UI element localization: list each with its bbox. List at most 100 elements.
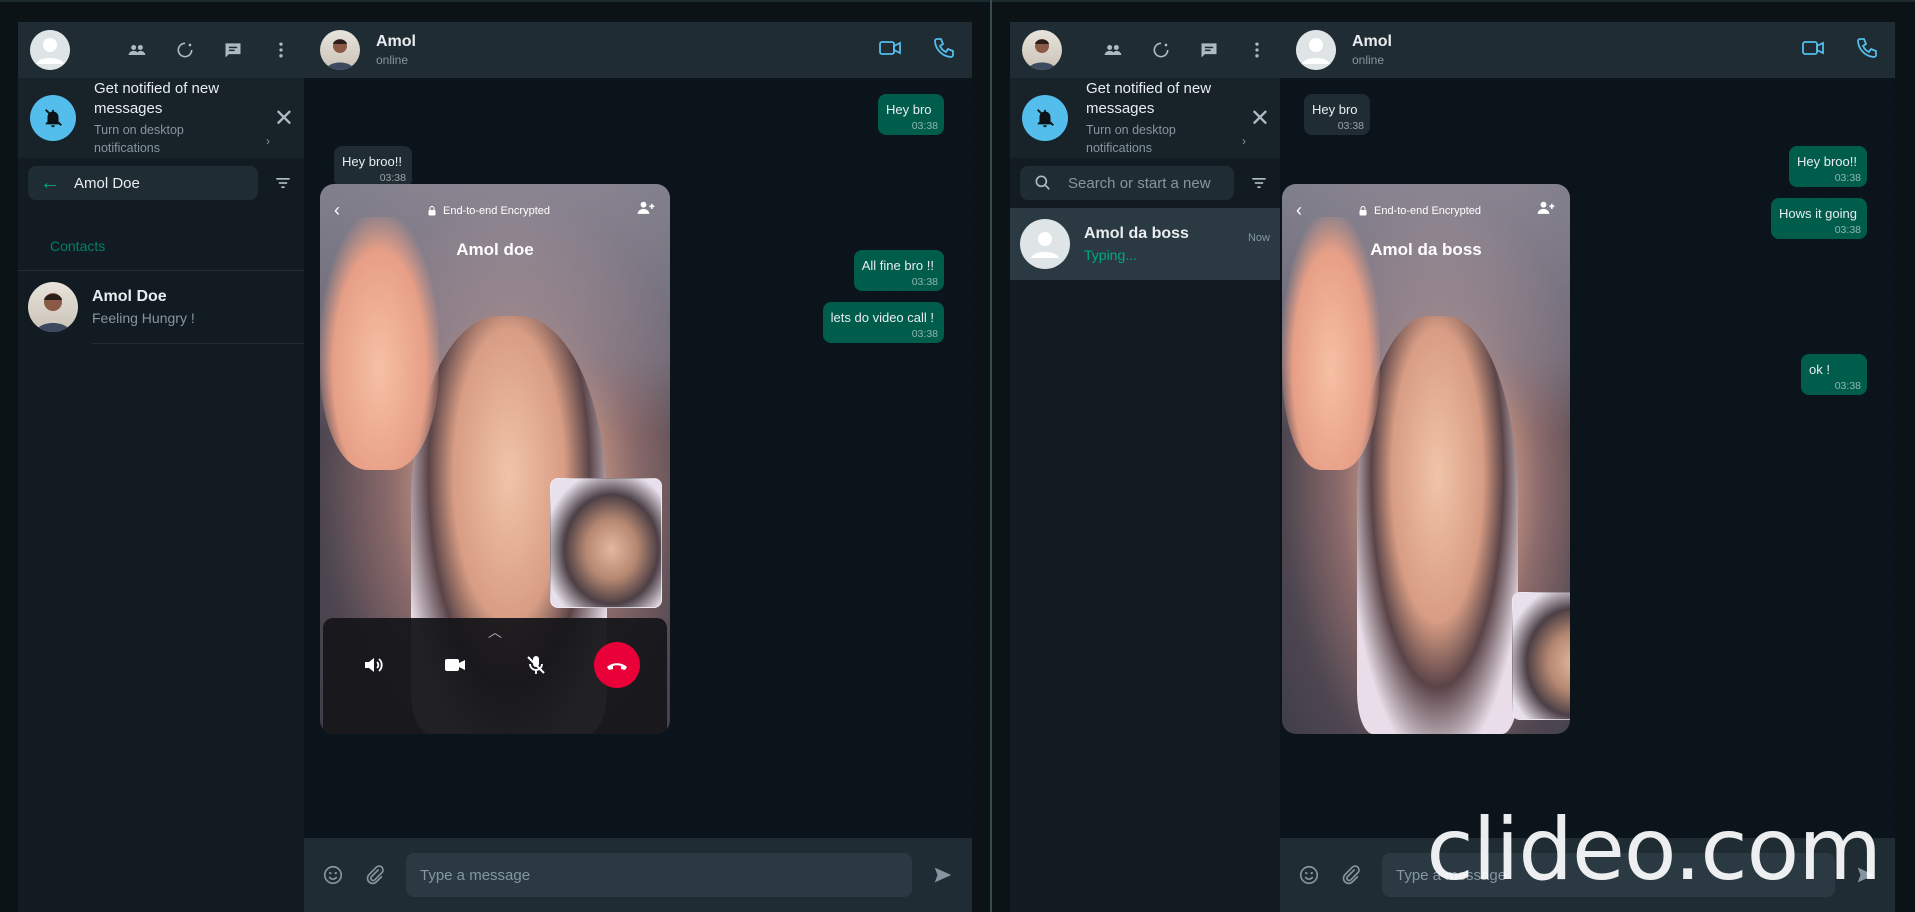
search-input[interactable]: Search or start a new [1020,166,1234,200]
self-video-preview[interactable] [550,478,662,608]
chat-contact-name: Amol [376,33,416,50]
menu-icon[interactable] [1246,39,1268,61]
message-bubble-outgoing[interactable]: ok ! 03:38 [1801,354,1867,395]
lock-icon [1359,205,1367,215]
search-placeholder: Search or start a new [1068,174,1211,192]
message-text: Hey broo!! [342,154,402,169]
search-input[interactable]: ← Amol Doe [28,166,258,200]
close-icon[interactable]: ✕ [1250,104,1270,133]
new-chat-icon[interactable] [1198,39,1220,61]
default-avatar-icon [1025,224,1065,264]
back-icon[interactable]: ‹ [1296,200,1302,221]
search-value: Amol Doe [74,174,140,192]
video-call-icon[interactable] [1801,36,1825,65]
end-call-icon [606,663,627,670]
filter-icon[interactable] [1248,172,1270,194]
attach-icon[interactable] [1340,864,1362,886]
chat-header[interactable]: Amol online [1280,22,1895,78]
chat-avatar[interactable] [1296,30,1336,70]
contact-item[interactable]: Amol Doe Feeling Hungry ! [18,271,304,343]
message-text: Hey bro [1312,102,1358,117]
attach-icon[interactable] [364,864,386,886]
right-sidebar: Get notified of new messages Turn on des… [1010,22,1280,912]
message-bubble-outgoing[interactable]: Hows it going 03:38 [1770,198,1867,239]
speaker-button[interactable] [351,642,397,688]
default-avatar-icon [30,30,70,70]
notification-banner[interactable]: Get notified of new messages Turn on des… [1010,78,1280,158]
default-avatar-icon [1296,30,1336,70]
new-chat-icon[interactable] [222,39,244,61]
camera-button[interactable] [432,642,478,688]
watermark: clideo.com [1426,800,1882,900]
message-text: Hows it going [1778,206,1857,221]
mute-button[interactable] [513,642,559,688]
message-bubble-incoming[interactable]: Hey broo!! 03:38 [334,146,412,187]
back-icon[interactable]: ‹ [334,200,340,221]
search-icon [1032,172,1054,194]
add-participant-icon[interactable] [1536,198,1556,223]
message-bubble-incoming[interactable]: Hey bro 03:38 [1304,94,1370,135]
notification-banner[interactable]: Get notified of new messages Turn on des… [18,78,304,158]
message-time: 03:38 [1337,120,1364,132]
voice-call-icon[interactable] [1855,36,1879,65]
left-whatsapp-window: Get notified of new messages Turn on des… [0,0,990,912]
emoji-icon[interactable] [322,864,344,886]
message-time: 03:38 [379,172,406,184]
video-call-icon[interactable] [878,36,902,65]
contact-name: Amol Doe [92,288,167,305]
encryption-label: End-to-end Encrypted [426,205,550,217]
chevron-up-icon[interactable]: ︿ [488,622,502,642]
bell-off-icon [1022,95,1068,141]
sidebar-header [18,22,304,78]
chat-contact-name: Amol [1352,33,1392,50]
chat-header[interactable]: Amol online [304,22,972,78]
chat-contact-status: online [376,53,409,67]
message-text: Hey broo!! [1797,154,1857,169]
profile-avatar[interactable] [1022,30,1062,70]
emoji-icon[interactable] [1298,864,1320,886]
end-call-button[interactable] [593,642,640,688]
sidebar-header-icons [1102,39,1268,61]
message-time: 03:38 [911,120,938,132]
filter-icon[interactable] [272,172,294,194]
message-bubble-outgoing[interactable]: Hey bro 03:38 [878,94,944,135]
mic-off-icon [526,656,545,674]
video-call-window[interactable]: ‹ End-to-end Encrypted Amol doe ︿ [320,184,670,734]
back-arrow-icon[interactable]: ← [40,172,60,195]
camera-icon [444,659,465,671]
add-participant-icon[interactable] [636,198,656,223]
message-input[interactable]: Type a message [406,853,912,897]
call-controls: ︿ [323,618,667,734]
message-bubble-outgoing[interactable]: All fine bro !! 03:38 [853,250,944,291]
message-time: 03:38 [1834,380,1861,392]
video-call-window[interactable]: ‹ End-to-end Encrypted Amol da boss [1282,184,1570,734]
search-row: Search or start a new [1010,158,1280,208]
encryption-text: End-to-end Encrypted [1373,204,1481,217]
close-icon[interactable]: ✕ [274,104,294,133]
speaker-icon [364,658,383,672]
left-sidebar: Get notified of new messages Turn on des… [18,22,304,912]
communities-icon[interactable] [126,39,148,61]
notification-title: Get notified of new messages [94,80,220,117]
menu-icon[interactable] [270,39,292,61]
message-bubble-outgoing[interactable]: Hey broo!! 03:38 [1789,146,1867,187]
video-call-topbar: ‹ End-to-end Encrypted [334,198,656,223]
status-icon[interactable] [174,39,196,61]
message-time: 03:38 [1834,172,1861,184]
message-time: 03:38 [911,328,938,340]
message-text: lets do video call ! [830,310,934,325]
self-video-preview[interactable] [1512,592,1570,720]
status-icon[interactable] [1150,39,1172,61]
chat-contact-status: online [1352,53,1385,67]
voice-call-icon[interactable] [932,36,956,65]
profile-avatar[interactable] [30,30,70,70]
send-icon[interactable] [932,864,954,886]
chat-list-time: Now [1247,232,1270,244]
chat-panel: Amol online Hey bro 03:38 Hey broo!! 03:… [304,22,972,912]
message-bubble-outgoing[interactable]: lets do video call ! 03:38 [822,302,944,343]
chat-list-item[interactable]: Amol da boss Typing... Now [1010,208,1280,280]
sidebar-header [1010,22,1280,78]
chat-avatar[interactable] [320,30,360,70]
communities-icon[interactable] [1102,39,1124,61]
contact-status: Feeling Hungry ! [92,310,195,326]
